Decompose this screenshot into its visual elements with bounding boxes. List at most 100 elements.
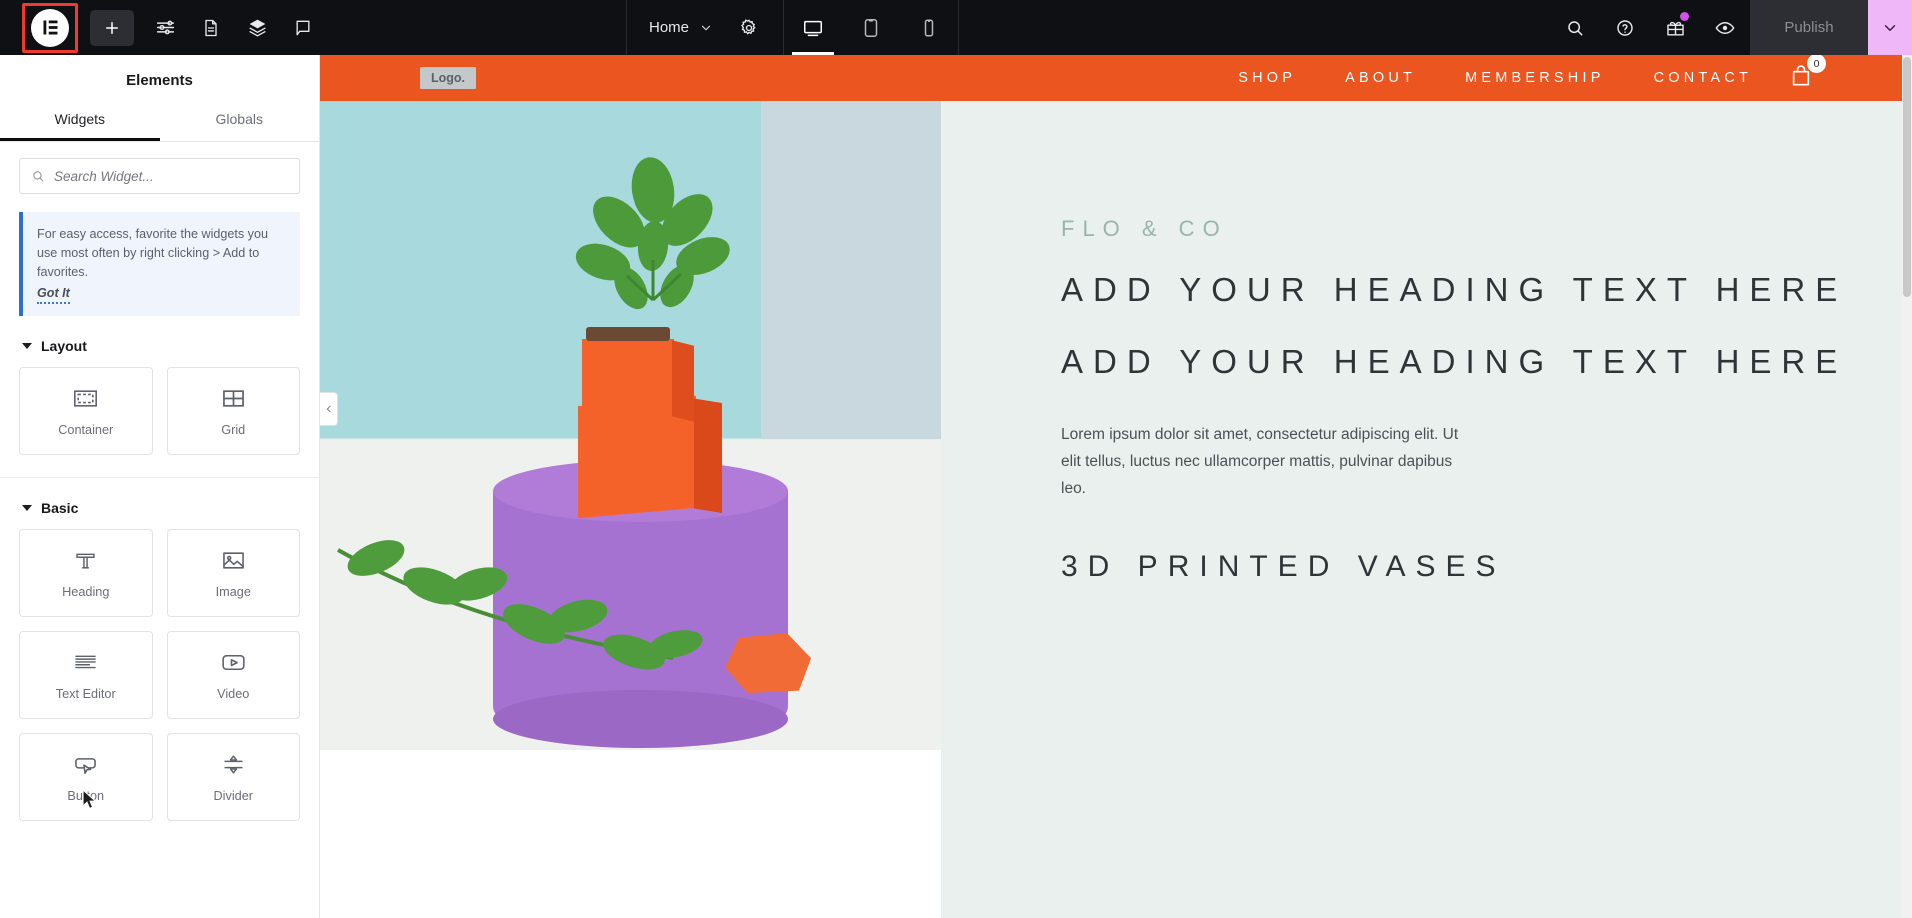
feedback-button[interactable]: [280, 8, 326, 48]
widget-text-editor[interactable]: Text Editor: [19, 631, 153, 720]
widget-heading[interactable]: Heading: [19, 529, 153, 618]
section-divider: [0, 477, 319, 479]
canvas-scrollbar[interactable]: [1902, 55, 1912, 918]
heading-icon: [76, 554, 95, 569]
hero-heading-secondary[interactable]: ADD YOUR HEADING TEXT HERE: [1061, 340, 1912, 384]
widget-divider[interactable]: Divider: [166, 733, 300, 822]
search-button[interactable]: [1550, 0, 1600, 55]
chevron-down-icon: [701, 25, 711, 30]
responsive-device-switcher: [784, 0, 960, 55]
panel-collapse-handle[interactable]: [320, 392, 338, 426]
widget-image[interactable]: Image: [166, 529, 300, 618]
top-bar-left-group: [0, 0, 326, 55]
hero-section: FLO & CO ADD YOUR HEADING TEXT HERE ADD …: [320, 101, 1912, 918]
succulent-plant: [575, 157, 730, 310]
help-button[interactable]: [1600, 0, 1650, 55]
sliders-icon: [156, 20, 174, 35]
hero-eyebrow[interactable]: FLO & CO: [1061, 216, 1912, 242]
button-icon: [75, 758, 97, 775]
canvas-scrollbar-thumb[interactable]: [1903, 57, 1911, 297]
hero-text-column: FLO & CO ADD YOUR HEADING TEXT HERE ADD …: [941, 101, 1912, 918]
search-icon: [33, 171, 44, 182]
tab-widgets[interactable]: Widgets: [0, 99, 160, 141]
nav-link-membership[interactable]: MEMBERSHIP: [1465, 70, 1605, 86]
eye-icon: [1715, 21, 1735, 34]
widget-heading-label: Heading: [62, 585, 110, 600]
widget-grid-layout: Container Grid: [0, 367, 319, 456]
widget-section-layout: Layout Container Grid: [0, 338, 319, 456]
editor-top-bar: Home Publish: [0, 0, 1912, 55]
top-bar-spacer: [959, 0, 1550, 55]
mouse-cursor: [82, 789, 97, 810]
site-logo[interactable]: Logo.: [420, 67, 477, 89]
page-structure-button[interactable]: [188, 8, 234, 48]
device-desktop-button[interactable]: [784, 0, 842, 55]
page-selector-label: Home: [649, 19, 690, 36]
question-circle-icon: [1617, 19, 1633, 36]
hero-subheading[interactable]: 3D PRINTED VASES: [1061, 547, 1912, 587]
got-it-button[interactable]: Got It: [37, 286, 70, 305]
document-icon: [205, 19, 217, 36]
elementor-logo-button[interactable]: [22, 2, 78, 53]
cart-button[interactable]: 0: [1788, 55, 1826, 93]
widget-grid[interactable]: Grid: [166, 367, 300, 456]
top-bar-right-group: Publish: [1550, 0, 1912, 55]
tab-globals[interactable]: Globals: [160, 99, 320, 141]
navigator-button[interactable]: [234, 8, 280, 48]
widget-divider-label: Divider: [213, 789, 253, 804]
layers-icon: [248, 19, 266, 37]
gear-icon: [741, 18, 756, 35]
device-tablet-button[interactable]: [842, 0, 900, 55]
nav-link-contact[interactable]: CONTACT: [1654, 70, 1752, 86]
elementor-logo-icon: [31, 8, 69, 47]
widget-text-editor-label: Text Editor: [55, 687, 116, 702]
container-icon: [74, 390, 98, 408]
panel-tabs: Widgets Globals: [0, 99, 319, 142]
search-widget-container: [0, 142, 319, 194]
cart-count-badge: 0: [1807, 55, 1826, 73]
publish-button[interactable]: Publish: [1750, 0, 1868, 55]
hero-paragraph[interactable]: Lorem ipsum dolor sit amet, consectetur …: [1061, 422, 1481, 503]
section-header-layout[interactable]: Layout: [0, 338, 319, 354]
widget-section-basic: Basic Heading Image Text Editor Video Di…: [0, 500, 319, 822]
zz-plant-stem: [337, 540, 703, 670]
publish-options-button[interactable]: [1868, 0, 1912, 55]
orange-upper-planter: [582, 339, 674, 417]
favorites-tip-notice: For easy access, favorite the widgets yo…: [19, 212, 300, 317]
desktop-icon: [804, 20, 822, 36]
widget-image-label: Image: [215, 585, 251, 600]
widget-container[interactable]: Container: [19, 367, 153, 456]
video-icon: [222, 655, 245, 671]
favorites-tip-text: For easy access, favorite the widgets yo…: [37, 227, 268, 280]
plus-icon: [106, 21, 118, 34]
mobile-icon: [924, 18, 934, 37]
divider-icon: [224, 755, 243, 774]
search-widget-box[interactable]: [19, 158, 300, 194]
widget-video[interactable]: Video: [166, 631, 300, 720]
search-widget-input[interactable]: [54, 168, 288, 184]
chevron-down-icon: [22, 505, 32, 512]
page-settings-button[interactable]: [729, 18, 769, 38]
nav-link-about[interactable]: ABOUT: [1345, 70, 1416, 86]
chevron-left-icon: [326, 405, 331, 413]
site-settings-button[interactable]: [142, 8, 188, 48]
section-header-basic[interactable]: Basic: [0, 500, 319, 516]
page-selector[interactable]: Home: [641, 19, 721, 36]
grid-icon: [222, 390, 244, 408]
elements-panel: Elements Widgets Globals For easy access…: [0, 55, 320, 918]
document-controls: Home: [626, 0, 785, 55]
preview-changes-button[interactable]: [1700, 0, 1750, 55]
chevron-down-icon: [1884, 24, 1896, 31]
widget-grid-label: Grid: [221, 423, 246, 438]
hero-product-image[interactable]: [320, 101, 941, 750]
image-wall-shadow: [761, 101, 941, 439]
section-title-basic: Basic: [41, 500, 79, 517]
panel-title: Elements: [126, 71, 193, 89]
whats-new-button[interactable]: [1650, 0, 1700, 55]
hero-heading-primary[interactable]: ADD YOUR HEADING TEXT HERE: [1061, 268, 1912, 312]
device-mobile-button[interactable]: [900, 0, 958, 55]
nav-link-shop[interactable]: SHOP: [1238, 70, 1296, 86]
image-icon: [222, 552, 244, 570]
add-element-button[interactable]: [90, 9, 134, 46]
tablet-icon: [864, 18, 878, 37]
